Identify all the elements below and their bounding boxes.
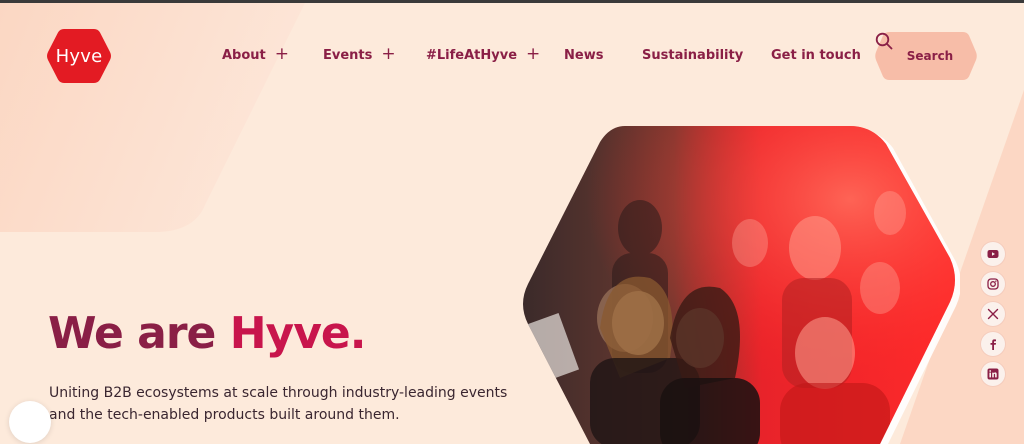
nav-label: Sustainability <box>642 47 744 63</box>
hyve-logo[interactable]: Hyve <box>46 27 112 85</box>
facebook-icon <box>990 339 996 350</box>
hero-image-audience <box>523 126 960 444</box>
nav-item-about[interactable]: About + <box>222 44 289 66</box>
nav-label: News <box>564 47 604 63</box>
hero-title: We are Hyve. <box>48 308 367 359</box>
nav-label: Get in touch <box>771 47 861 63</box>
linkedin-icon <box>987 368 999 380</box>
instagram-icon <box>987 278 999 290</box>
plus-icon: + <box>526 43 541 64</box>
hero-subtitle: Uniting B2B ecosystems at scale through … <box>49 385 508 423</box>
plus-icon: + <box>274 43 290 64</box>
youtube-icon <box>987 250 999 258</box>
chat-launcher-button[interactable] <box>9 401 51 443</box>
nav-label: About <box>222 47 266 63</box>
instagram-link[interactable] <box>981 272 1005 296</box>
hero-title-part1: We are <box>48 308 216 359</box>
search-button[interactable]: Search <box>875 32 977 80</box>
x-icon <box>987 308 999 320</box>
x-link[interactable] <box>981 302 1005 326</box>
logo-text: Hyve <box>55 45 103 67</box>
nav-item-lifeathyve[interactable]: #LifeAtHyve + <box>426 44 540 66</box>
nav-item-sustainability[interactable]: Sustainability <box>642 44 743 66</box>
nav-label: Events <box>323 47 373 63</box>
facebook-link[interactable] <box>981 332 1005 356</box>
search-label: Search <box>906 49 954 63</box>
nav-label: #LifeAtHyve <box>426 47 518 63</box>
plus-icon: + <box>381 43 396 64</box>
nav-item-events[interactable]: Events + <box>323 44 396 66</box>
youtube-link[interactable] <box>981 242 1005 266</box>
nav-item-news[interactable]: News <box>564 44 603 66</box>
linkedin-link[interactable] <box>981 362 1005 386</box>
nav-item-get-in-touch[interactable]: Get in touch <box>771 44 861 66</box>
hero-title-part2: Hyve. <box>229 308 367 359</box>
